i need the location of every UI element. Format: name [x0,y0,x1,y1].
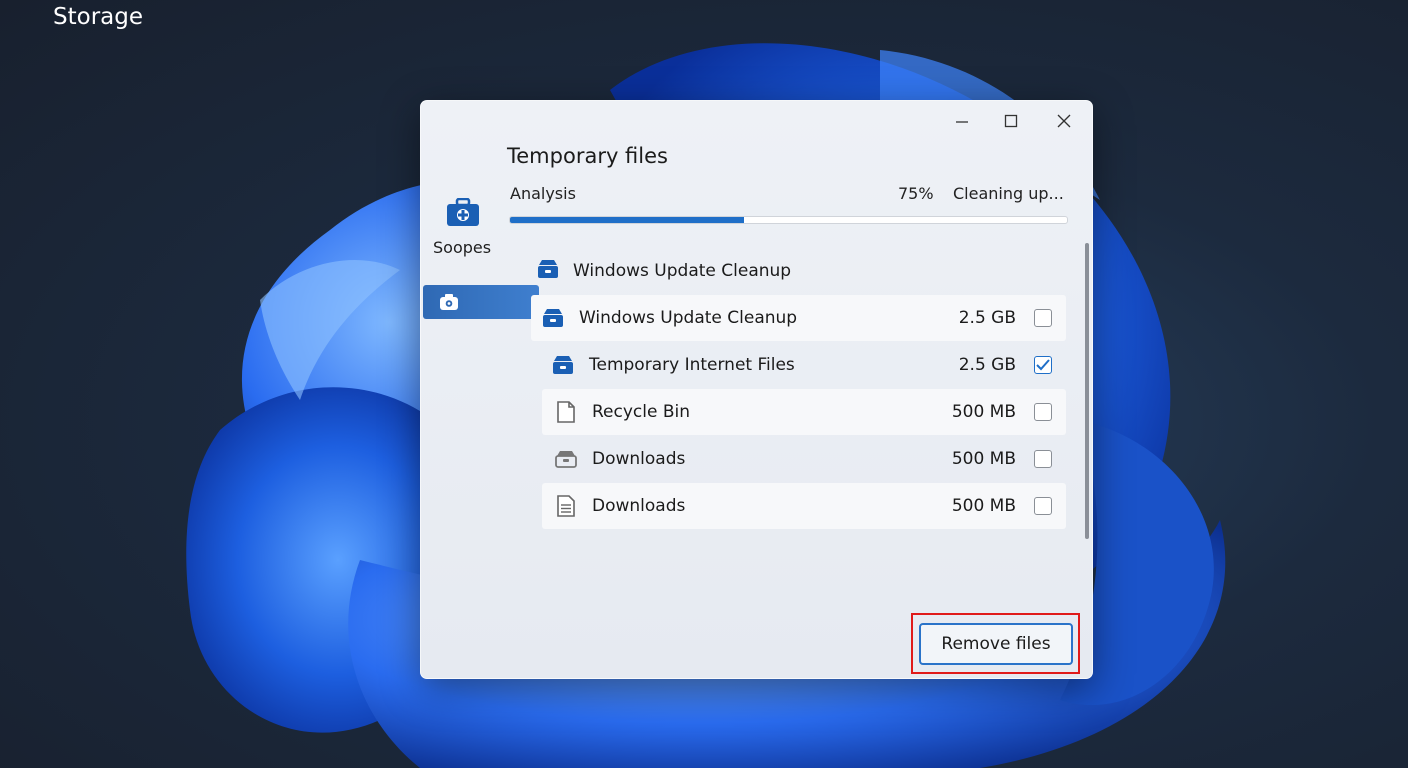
sidebar-label: Soopes [433,238,492,257]
progress-bar [509,216,1068,224]
item-size: 500 MB [951,449,1016,469]
progress-fill [510,217,744,223]
close-icon [1057,114,1071,128]
item-size: 2.5 GB [958,355,1016,375]
item-size: 500 MB [951,402,1016,422]
item-checkbox[interactable] [1034,309,1052,327]
item-checkbox-checked[interactable] [1034,356,1052,374]
maximize-button[interactable] [988,105,1034,137]
analysis-label: Analysis [510,184,576,203]
checkmark-icon [1036,359,1050,371]
minimize-icon [956,121,968,123]
tray-icon [554,449,578,469]
minimize-button[interactable] [939,105,985,137]
item-checkbox[interactable] [1034,403,1052,421]
sidebar-item-selected[interactable] [423,285,539,319]
list-item-windows-update[interactable]: Windows Update Cleanup 2.5 GB [531,295,1066,341]
toolbox-icon [446,197,480,228]
item-checkbox[interactable] [1034,450,1052,468]
item-name: Downloads [592,496,686,516]
item-size: 2.5 GB [958,308,1016,328]
file-icon [554,401,578,423]
item-size: 500 MB [951,496,1016,516]
drawer-icon [537,259,559,283]
drawer-icon [541,308,565,328]
page-title: Temporary files [507,144,668,168]
document-icon [554,495,578,517]
remove-files-button[interactable]: Remove files [919,623,1073,665]
item-name: Windows Update Cleanup [579,308,798,328]
item-name: Temporary Internet Files [589,355,795,375]
list-item-temporary-internet-files[interactable]: Temporary Internet Files 2.5 GB [541,342,1066,388]
group-label: Windows Update Cleanup [573,261,792,281]
item-name: Recycle Bin [592,402,691,422]
status-text: Cleaning up... [953,184,1064,203]
progress-percent: 75% [898,184,934,203]
group-header: Windows Update Cleanup [537,259,791,283]
list-item-downloads[interactable]: Downloads 500 MB [542,436,1066,482]
item-checkbox[interactable] [1034,497,1052,515]
item-name: Downloads [592,449,686,469]
storage-window: Soopes Temporary files Analysis 75% Clea… [420,100,1093,679]
close-button[interactable] [1041,105,1087,137]
gear-icon [439,293,459,315]
list-item-downloads-2[interactable]: Downloads 500 MB [542,483,1066,529]
desktop-title: Storage [53,4,143,30]
maximize-icon [1004,114,1018,128]
list-item-recycle-bin[interactable]: Recycle Bin 500 MB [542,389,1066,435]
drawer-icon [551,355,575,375]
scrollbar[interactable] [1085,243,1089,539]
